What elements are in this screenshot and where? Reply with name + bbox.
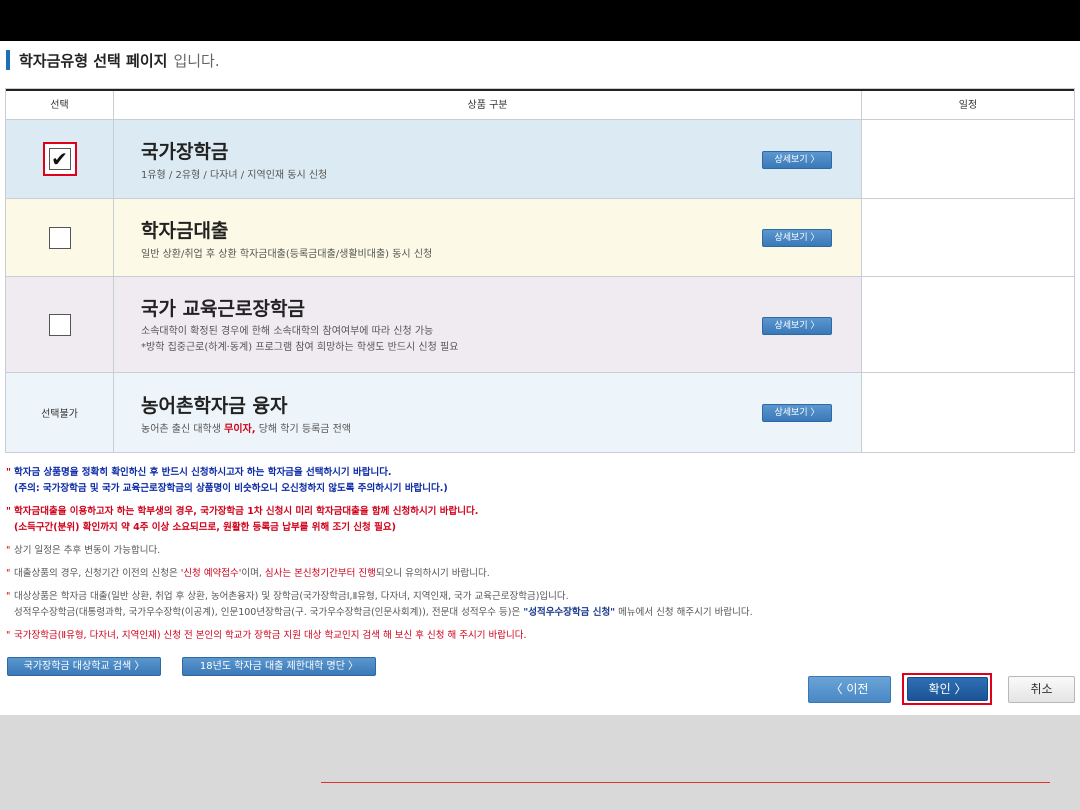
bullet-icon: ": [6, 568, 11, 579]
notice-text: 이며,: [241, 568, 265, 579]
notice-text: 메뉴에서 신청 해주시기 바랍니다.: [615, 607, 753, 618]
header-product: 상품 구분: [113, 91, 861, 120]
prev-button[interactable]: 〈 이전: [808, 676, 891, 703]
notice-line: 대출상품의 경우, 신청기간 이전의 신청은 '신청 예약접수'이며, 심사는 …: [14, 566, 1076, 582]
product-cell: 국가장학금 1유형 / 2유형 / 다자녀 / 지역인재 동시 신청 상세보기 …: [113, 120, 861, 198]
notice-list: " 학자금 상품명을 정확히 확인하신 후 반드시 신청하시고자 하는 학자금을…: [6, 465, 1076, 644]
product-cell: 국가 교육근로장학금 소속대학이 확정된 경우에 한해 소속대학의 참여여부에 …: [113, 277, 861, 372]
table-row: 선택불가 농어촌학자금 융자 농어촌 출신 대학생 무이자, 당해 학기 등록금…: [6, 373, 1074, 452]
select-cell: [6, 277, 113, 372]
checkbox-student-loan[interactable]: [48, 226, 71, 249]
table-row: 국가 교육근로장학금 소속대학이 확정된 경우에 한해 소속대학의 참여여부에 …: [6, 277, 1074, 373]
schedule-cell: [861, 120, 1074, 198]
product-desc: 1유형 / 2유형 / 다자녀 / 지역인재 동시 신청: [141, 170, 328, 181]
school-search-button[interactable]: 국가장학금 대상학교 검색 〉: [7, 657, 161, 676]
notice-item: " 학자금대출을 이용하고자 하는 학부생의 경우, 국가장학금 1차 신청시 …: [6, 504, 1076, 536]
desc-text: 당해 학기 등록금 전액: [255, 424, 352, 435]
notice-item: " 대출상품의 경우, 신청기간 이전의 신청은 '신청 예약접수'이며, 심사…: [6, 566, 1076, 582]
notice-text: 대출상품의 경우, 신청기간 이전의 신청은: [14, 568, 181, 579]
product-desc: 일반 상환/취업 후 상환 학자금대출(등록금대출/생활비대출) 동시 신청: [141, 249, 433, 260]
restricted-university-list-button[interactable]: 18년도 학자금 대출 제한대학 명단 〉: [182, 657, 376, 676]
table-row: 학자금대출 일반 상환/취업 후 상환 학자금대출(등록금대출/생활비대출) 동…: [6, 199, 1074, 277]
footer-area: [0, 715, 1080, 810]
bullet-icon: ": [6, 591, 11, 602]
notice-item: " 상기 일정은 추후 변동이 가능합니다.: [6, 543, 1076, 559]
notice-line: 국가장학금(Ⅱ유형, 다자녀, 지역인재) 신청 전 본인의 학교가 장학금 지…: [14, 630, 527, 641]
notice-line: 학자금대출을 이용하고자 하는 학부생의 경우, 국가장학금 1차 신청시 미리…: [14, 506, 479, 517]
title-accent-bar: [6, 50, 10, 70]
cancel-button[interactable]: 취소: [1008, 676, 1075, 703]
not-selectable-label: 선택불가: [41, 409, 78, 420]
desc-text: 농어촌 출신 대학생: [141, 424, 225, 435]
notice-highlight: '신청 예약접수': [180, 568, 242, 579]
table-row: ✔ 국가장학금 1유형 / 2유형 / 다자녀 / 지역인재 동시 신청 상세보…: [6, 120, 1074, 199]
checkbox-work-scholarship[interactable]: [48, 313, 71, 336]
detail-button[interactable]: 상세보기 〉: [762, 151, 832, 169]
product-name: 국가 교육근로장학금: [141, 298, 305, 320]
header-schedule: 일정: [861, 91, 1074, 120]
product-name: 농어촌학자금 융자: [141, 395, 288, 417]
product-name: 학자금대출: [141, 220, 229, 242]
bullet-icon: ": [6, 467, 11, 478]
schedule-cell: [861, 199, 1074, 276]
notice-item: " 대상상품은 학자금 대출(일반 상환, 취업 후 상환, 농어촌융자) 및 …: [6, 589, 1076, 621]
schedule-cell: [861, 277, 1074, 372]
product-cell: 학자금대출 일반 상환/취업 후 상환 학자금대출(등록금대출/생활비대출) 동…: [113, 199, 861, 276]
notice-text: 성적우수장학금(대통령과학, 국가우수장학(이공계), 인문100년장학금(구.…: [14, 607, 524, 618]
schedule-cell: [861, 373, 1074, 452]
notice-item: " 학자금 상품명을 정확히 확인하신 후 반드시 신청하시고자 하는 학자금을…: [6, 465, 1076, 497]
detail-button[interactable]: 상세보기 〉: [762, 404, 832, 422]
product-desc: 농어촌 출신 대학생 무이자, 당해 학기 등록금 전액: [141, 422, 351, 437]
bullet-icon: ": [6, 630, 11, 641]
select-cell: [6, 199, 113, 276]
bullet-icon: ": [6, 506, 11, 517]
notice-line: 대상상품은 학자금 대출(일반 상환, 취업 후 상환, 농어촌융자) 및 장학…: [14, 591, 569, 602]
confirm-button[interactable]: 확인 〉: [907, 677, 988, 701]
page-title-strong: 학자금유형 선택 페이지: [19, 51, 168, 70]
bullet-icon: ": [6, 545, 11, 556]
page-title: 학자금유형 선택 페이지 입니다.: [6, 48, 220, 72]
notice-text: 되오니 유의하시기 바랍니다.: [375, 568, 490, 579]
product-name: 국가장학금: [141, 141, 229, 163]
desc-highlight: 무이자,: [224, 424, 256, 435]
notice-line: 상기 일정은 추후 변동이 가능합니다.: [14, 545, 161, 556]
product-desc-note: *방학 집중근로(하계·동계) 프로그램 참여 희망하는 학생도 반드시 신청 …: [141, 342, 459, 353]
select-cell: ✔: [6, 120, 113, 198]
notice-highlight: "성적우수장학금 신청": [523, 607, 616, 618]
notice-item: " 국가장학금(Ⅱ유형, 다자녀, 지역인재) 신청 전 본인의 학교가 장학금…: [6, 628, 1076, 644]
notice-highlight: 심사는 본신청기간부터 진행: [264, 568, 376, 579]
product-cell: 농어촌학자금 융자 농어촌 출신 대학생 무이자, 당해 학기 등록금 전액 상…: [113, 373, 861, 452]
checkmark-icon: ✔: [51, 147, 68, 171]
checkbox-national-scholarship[interactable]: ✔: [48, 147, 71, 171]
notice-line: 성적우수장학금(대통령과학, 국가우수장학(이공계), 인문100년장학금(구.…: [14, 605, 1076, 621]
page-title-suffix: 입니다.: [173, 51, 220, 70]
detail-button[interactable]: 상세보기 〉: [762, 229, 832, 247]
select-cell: 선택불가: [6, 373, 113, 452]
product-desc: 소속대학이 확정된 경우에 한해 소속대학의 참여여부에 따라 신청 가능: [141, 326, 434, 337]
notice-line: 학자금 상품명을 정확히 확인하신 후 반드시 신청하시고자 하는 학자금을 선…: [14, 467, 392, 478]
footer-divider: [321, 782, 1050, 783]
detail-button[interactable]: 상세보기 〉: [762, 317, 832, 335]
notice-line: (주의: 국가장학금 및 국가 교육근로장학금의 상품명이 비슷하오니 오신청하…: [14, 483, 448, 494]
product-selection-table: 선택 상품 구분 일정 ✔ 국가장학금 1유형 / 2유형 / 다자녀 / 지역…: [5, 88, 1075, 453]
notice-line: (소득구간(분위) 확인까지 약 4주 이상 소요되므로, 원활한 등록금 납부…: [14, 522, 396, 533]
top-header-bar: [0, 0, 1080, 41]
header-select: 선택: [50, 100, 69, 111]
table-header: 선택 상품 구분 일정: [6, 89, 1074, 120]
checkbox-highlight: ✔: [42, 142, 77, 176]
